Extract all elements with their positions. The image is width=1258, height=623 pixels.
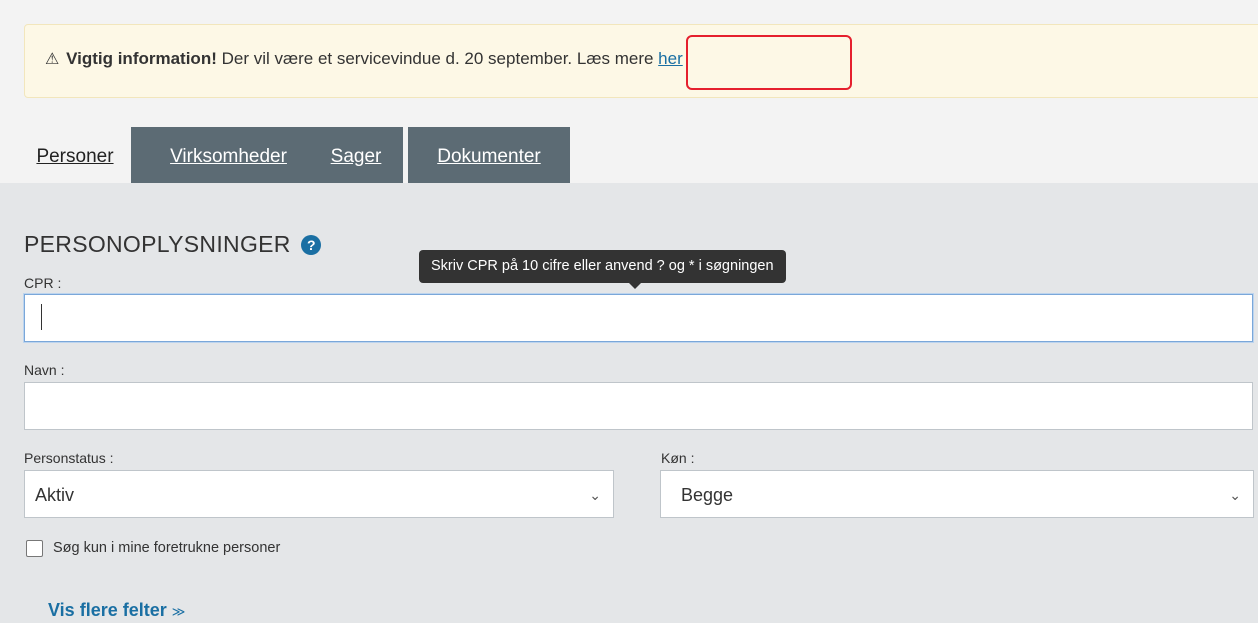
search-panel: PERSONOPLYSNINGER ? CPR : Skriv CPR på 1… <box>0 183 1258 623</box>
alert-message: Der vil være et servicevindue d. 20 sept… <box>221 49 573 68</box>
show-more-fields-label: Vis flere felter <box>48 600 167 620</box>
cpr-label: CPR : <box>24 275 62 291</box>
highlight-annotation-box <box>686 35 852 90</box>
navn-input[interactable] <box>24 382 1253 430</box>
cpr-tooltip: Skriv CPR på 10 cifre eller anvend ? og … <box>419 250 786 289</box>
top-area: ⚠ Vigtig information! Der vil være et se… <box>0 0 1258 183</box>
kon-label: Køn : <box>661 450 695 466</box>
favorites-checkbox-label[interactable]: Søg kun i mine foretrukne personer <box>53 540 280 556</box>
personstatus-value: Aktiv <box>35 485 75 505</box>
alert-read-more-link[interactable]: her <box>658 49 683 68</box>
alert-text: ⚠ Vigtig information! Der vil være et se… <box>45 49 683 69</box>
kon-value: Begge <box>681 485 734 505</box>
help-icon[interactable]: ? <box>301 235 322 255</box>
show-more-fields-link[interactable]: Vis flere felter ≫ <box>48 600 185 621</box>
tab-dokumenter[interactable]: Dokumenter <box>408 127 570 183</box>
kon-select[interactable]: Begge ⌄ <box>660 470 1254 518</box>
section-title: PERSONOPLYSNINGER ? <box>24 231 322 258</box>
tab-virksomheder[interactable]: Virksomheder <box>131 127 326 183</box>
personstatus-label: Personstatus : <box>24 450 114 466</box>
navn-label: Navn : <box>24 362 65 378</box>
personstatus-select[interactable]: Aktiv ⌄ <box>24 470 614 518</box>
favorites-checkbox[interactable] <box>26 540 43 557</box>
alert-title: Vigtig information! <box>66 49 217 68</box>
info-alert: ⚠ Vigtig information! Der vil være et se… <box>24 24 1258 98</box>
chevron-down-icon: ⌄ <box>589 487 601 503</box>
double-chevron-down-icon: ≫ <box>171 604 186 619</box>
chevron-down-icon: ⌄ <box>1229 487 1241 503</box>
alert-more-text: Læs mere <box>576 49 654 68</box>
tab-personer[interactable]: Personer <box>20 127 130 183</box>
tab-sager[interactable]: Sager <box>309 127 403 183</box>
warning-triangle-icon: ⚠ <box>45 51 60 68</box>
cpr-input[interactable] <box>24 294 1253 342</box>
text-caret <box>41 304 42 330</box>
section-title-text: PERSONOPLYSNINGER <box>24 231 291 257</box>
